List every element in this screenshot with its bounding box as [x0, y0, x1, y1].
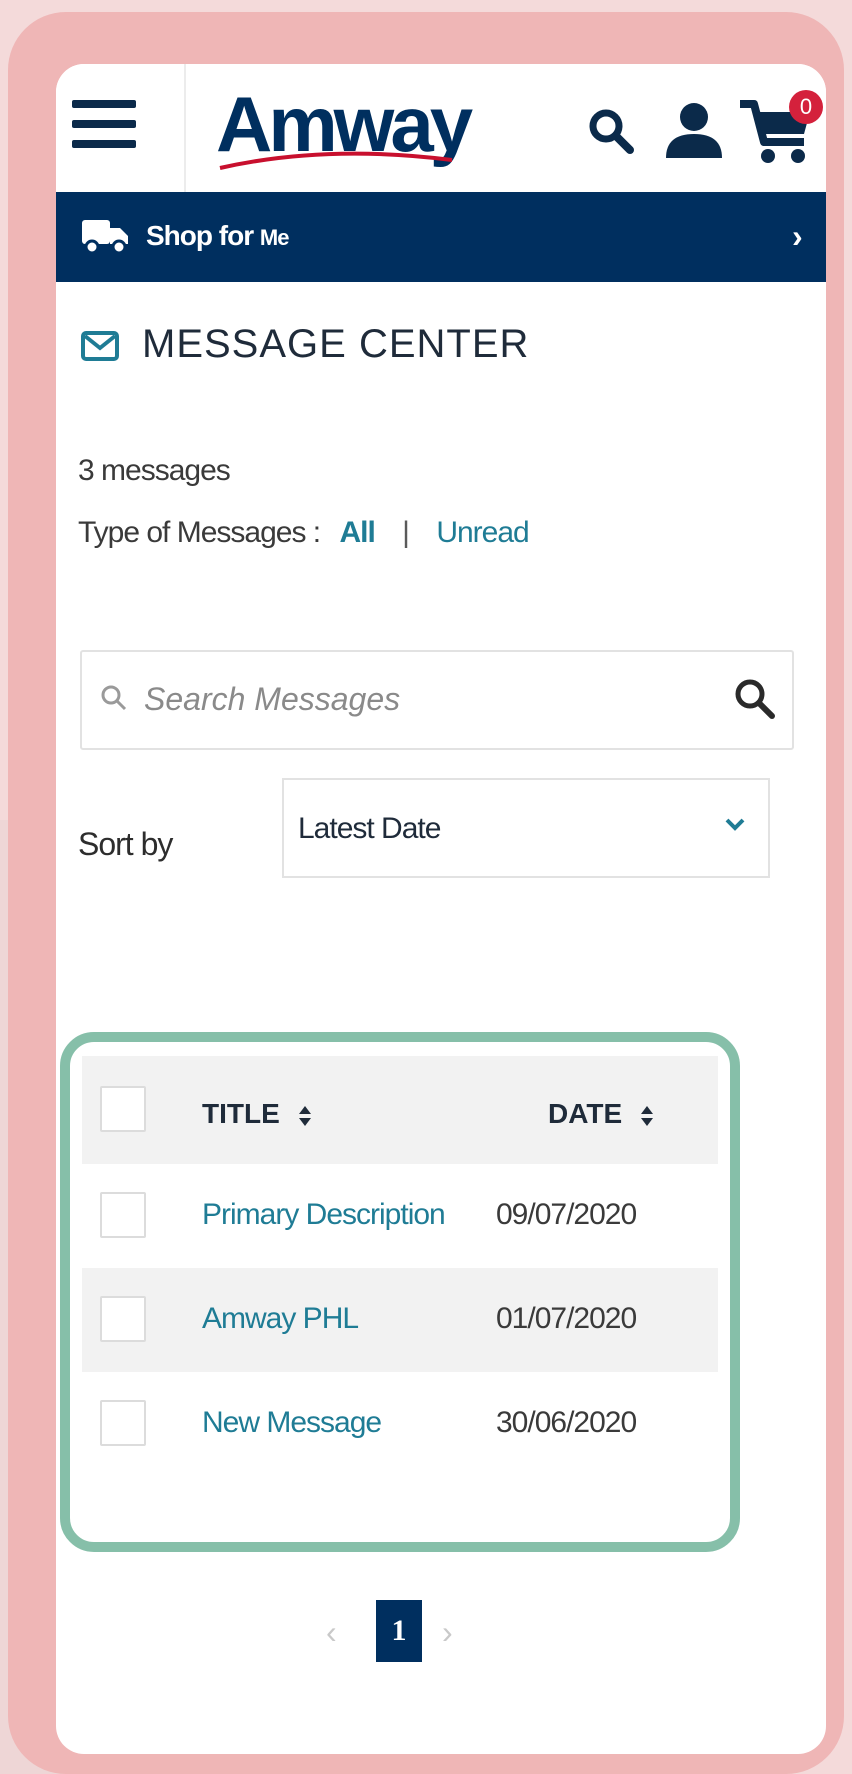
page-number-current[interactable]: 1	[376, 1600, 422, 1662]
message-title-link[interactable]: Primary Description	[202, 1198, 446, 1232]
sort-selected-value: Latest Date	[298, 812, 441, 845]
search-input[interactable]	[142, 676, 706, 722]
search-submit-icon[interactable]	[732, 676, 776, 720]
table-row[interactable]: New Message 30/06/2020	[82, 1372, 718, 1476]
row-checkbox[interactable]	[100, 1400, 146, 1446]
table-header-row: TITLE DATE	[82, 1056, 718, 1164]
search-icon	[101, 685, 127, 711]
chevron-down-icon	[725, 818, 745, 831]
logo-swoosh	[219, 151, 453, 170]
sort-select[interactable]: Latest Date	[282, 778, 770, 878]
next-page-icon[interactable]: ›	[442, 1614, 453, 1651]
phone-frame: Amway 0 Shop for Me › MESSAGE CENTER 3 m…	[8, 12, 844, 1774]
select-all-checkbox[interactable]	[100, 1086, 146, 1132]
search-icon[interactable]	[586, 106, 636, 156]
message-date: 30/06/2020	[496, 1406, 637, 1439]
message-date: 09/07/2020	[496, 1198, 637, 1231]
row-checkbox[interactable]	[100, 1296, 146, 1342]
search-messages-box	[80, 650, 794, 750]
filter-unread-link[interactable]: Unread	[436, 516, 529, 549]
amway-logo[interactable]: Amway	[216, 76, 486, 176]
envelope-icon	[81, 331, 119, 361]
messages-table: TITLE DATE Primary Description 09/07/202…	[60, 1032, 740, 1552]
sort-icon	[640, 1105, 653, 1126]
table-row[interactable]: Amway PHL 01/07/2020	[82, 1268, 718, 1372]
header-divider	[184, 64, 186, 192]
table-row[interactable]: Primary Description 09/07/2020	[82, 1164, 718, 1268]
hamburger-menu-icon[interactable]	[72, 100, 136, 154]
date-column-header[interactable]: DATE	[548, 1098, 654, 1130]
pagination: ‹ 1 ›	[316, 1600, 516, 1664]
message-date: 01/07/2020	[496, 1302, 637, 1335]
filter-all-link[interactable]: All	[339, 516, 375, 549]
truck-icon	[82, 220, 128, 254]
page-title: MESSAGE CENTER	[142, 322, 530, 366]
chevron-right-icon: ›	[792, 218, 803, 254]
message-count: 3 messages	[78, 454, 231, 487]
app-screen: Amway 0 Shop for Me › MESSAGE CENTER 3 m…	[56, 64, 826, 1754]
sort-icon	[298, 1105, 311, 1126]
message-type-filter: Type of Messages : All | Unread	[78, 516, 530, 550]
sort-by-label: Sort by	[78, 826, 173, 862]
shop-for-me-bar[interactable]: Shop for Me ›	[56, 192, 826, 282]
row-checkbox[interactable]	[100, 1192, 146, 1238]
shop-for-me-label: Shop for Me	[146, 220, 289, 251]
message-title-link[interactable]: Amway PHL	[202, 1302, 359, 1336]
top-header: Amway 0	[56, 64, 826, 192]
cart-count-badge: 0	[789, 90, 823, 124]
account-icon[interactable]	[664, 100, 724, 160]
message-title-link[interactable]: New Message	[202, 1406, 382, 1440]
filter-separator: |	[402, 516, 410, 549]
type-label: Type of Messages :	[78, 516, 321, 549]
title-column-header[interactable]: TITLE	[202, 1098, 312, 1130]
prev-page-icon[interactable]: ‹	[326, 1614, 337, 1651]
